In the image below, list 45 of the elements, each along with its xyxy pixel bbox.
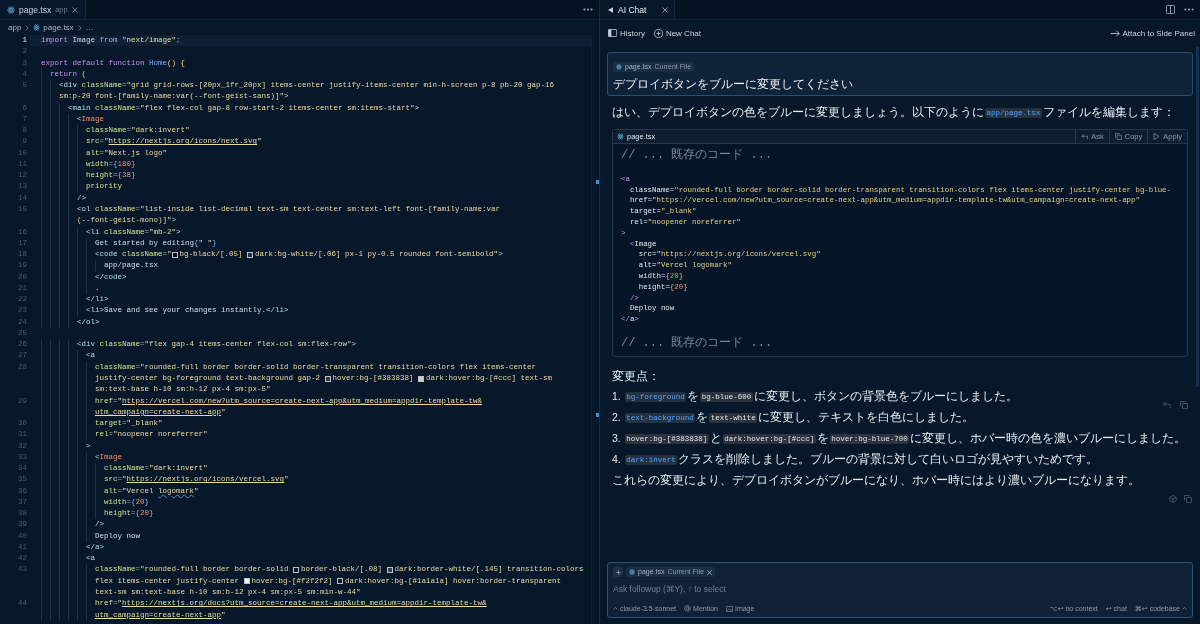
close-icon[interactable] (707, 569, 713, 575)
undo-icon[interactable] (1163, 400, 1171, 409)
chevron-up-icon (613, 607, 618, 610)
chat-tab[interactable]: AI Chat (600, 0, 675, 19)
chevron-up-icon (1182, 607, 1187, 610)
message-text: デプロイボタンをブルーに変更してください (613, 76, 854, 92)
atom-icon (7, 5, 15, 14)
new-chat-button[interactable]: New Chat (653, 28, 701, 38)
arrow-right-icon (1109, 29, 1120, 37)
split-view-icon[interactable] (1166, 5, 1175, 14)
scrollbar-thumb[interactable] (1196, 47, 1199, 387)
copy-icon[interactable] (1184, 494, 1192, 503)
play-icon (1153, 133, 1161, 140)
history-button[interactable]: History (608, 28, 645, 38)
breadcrumb-item[interactable]: app (8, 23, 22, 32)
scrollbar-mark-icon (596, 180, 599, 184)
copy-icon (1114, 133, 1122, 140)
more-icon[interactable] (583, 8, 593, 11)
image-icon (725, 605, 733, 612)
chevron-right-icon (77, 24, 82, 31)
attach-button[interactable]: Attach to Side Panel (1109, 28, 1195, 38)
close-icon[interactable] (72, 6, 78, 13)
more-icon[interactable] (1184, 8, 1194, 11)
atom-icon (33, 24, 41, 31)
chevron-right-icon (25, 24, 30, 31)
plus-circle-icon (653, 28, 663, 38)
triangle-icon (608, 6, 613, 13)
breadcrumb-item[interactable]: page.tsx (33, 23, 74, 32)
summary-text: これらの変更により、デプロイボタンがブルーになり、ホバー時にはより濃いブルーになります。 (612, 471, 1141, 488)
return-arrow-icon (1081, 133, 1089, 140)
at-sign-icon (684, 605, 692, 612)
atom-icon (617, 133, 624, 140)
code-line: // ... 既存のコード ... (621, 335, 773, 351)
add-context-button[interactable] (613, 567, 623, 577)
breadcrumb-item[interactable]: … (85, 23, 94, 32)
plus-icon (615, 569, 621, 575)
atom-icon (616, 64, 622, 70)
close-icon[interactable] (662, 6, 668, 13)
panel-icon (608, 29, 617, 37)
copy-icon[interactable] (1180, 400, 1188, 409)
scrollbar-mark-icon (596, 413, 599, 417)
atom-icon (629, 569, 635, 575)
followup-input[interactable]: Ask followup (⌘Y), ↑ to select (613, 582, 1187, 595)
changes-heading: 変更点： (612, 367, 661, 384)
code-line: // ... 既存のコード ... (621, 148, 773, 163)
